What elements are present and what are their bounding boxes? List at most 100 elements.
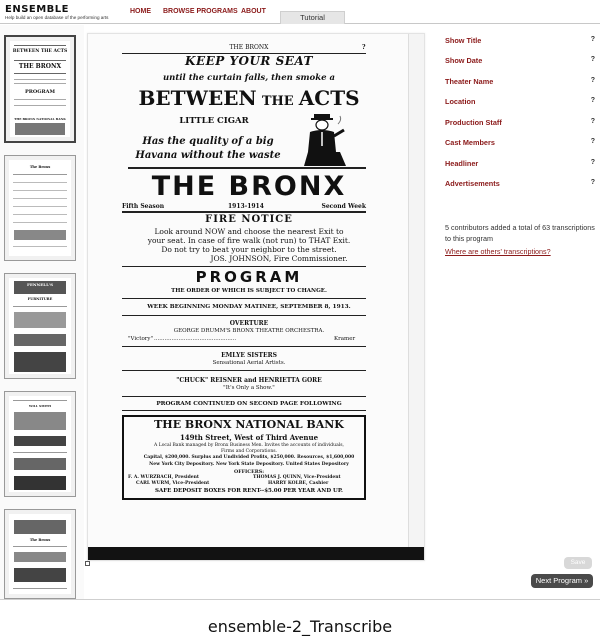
thumb1-title-bank: THE BRONX NATIONAL BANK <box>14 117 66 121</box>
ad-havana-line: Havana without the waste <box>135 150 281 161</box>
field-theater-name[interactable]: Theater Name ? <box>445 77 595 91</box>
act2-name: "CHUCK" REISNER and HENRIETTA GORE <box>176 377 322 384</box>
rule-overture <box>122 346 366 347</box>
act2-desc: "It's Only a Show." <box>223 385 275 391</box>
rule-act1 <box>122 370 366 371</box>
screenshot-caption: ensemble-2_Transcribe <box>207 617 393 636</box>
rule-act2 <box>122 396 366 397</box>
officer-2-right: HARRY KOLBE, Cashier <box>268 481 329 486</box>
field-production-staff-label[interactable]: Production Staff <box>445 118 502 127</box>
thumb1-title-top: BETWEEN THE ACTS <box>12 49 68 54</box>
program-continued-line: PROGRAM CONTINUED ON SECOND PAGE FOLLOWI… <box>156 401 342 407</box>
thumb1-title-mid: THE BRONX <box>18 63 62 70</box>
ad-between: BETWEEN <box>138 86 257 110</box>
thumb3-sub: FURNITURE <box>27 297 53 301</box>
field-location-label[interactable]: Location <box>445 97 475 106</box>
next-program-button[interactable]: Next Program » <box>531 574 593 588</box>
field-show-date-label[interactable]: Show Date <box>445 56 482 65</box>
thumbnail-page-3-image: FENNELL'S FURNITURE <box>9 278 71 374</box>
thumbnail-page-1[interactable]: BETWEEN THE ACTS THE BRONX PROGRAM THE B… <box>4 35 76 143</box>
field-location[interactable]: Location ? <box>445 97 595 111</box>
scan-edge <box>408 34 424 560</box>
fire-line-3: Do not try to beat your neighbor to the … <box>161 245 337 254</box>
act1-name: EMLYE SISTERS <box>221 352 277 359</box>
program-page-scan: THE BRONX ? KEEP YOUR SEAT until the cur… <box>87 33 425 561</box>
thumb4-heading: WILL SMITH <box>29 404 51 408</box>
zoom-toggle-square[interactable] <box>85 561 90 566</box>
bank-line-3: Capital, $200,000. Surplus and Undivided… <box>143 455 355 460</box>
contributors-summary: 5 contributors added a total of 63 trans… <box>445 223 595 243</box>
ad-keep-your-seat: KEEP YOUR SEAT <box>185 54 313 68</box>
window-bottom-border <box>0 599 600 600</box>
nav-home[interactable]: HOME <box>130 8 151 15</box>
overture-heading: OVERTURE <box>229 320 269 327</box>
orchestra-line: GEORGE DRUMM'S BRONX THEATRE ORCHESTRA. <box>173 328 325 334</box>
rule-season <box>122 211 366 213</box>
help-icon[interactable]: ? <box>591 56 595 63</box>
field-show-date[interactable]: Show Date ? <box>445 56 595 70</box>
help-icon[interactable]: ? <box>591 36 595 43</box>
season-right: Second Week <box>321 203 367 210</box>
officer-1-left: F. A. WURZBACH, President <box>128 475 199 480</box>
thumb1-title-low: PROGRAM <box>24 89 56 95</box>
rule-week <box>122 315 366 316</box>
fire-line-1: Look around NOW and choose the nearest E… <box>154 227 344 236</box>
field-advertisements[interactable]: Advertisements ? <box>445 179 595 193</box>
rule-continued <box>122 410 366 411</box>
season-left: Fifth Season <box>122 203 165 210</box>
help-icon[interactable]: ? <box>591 77 595 84</box>
program-page-content: THE BRONX ? KEEP YOUR SEAT until the cur… <box>88 34 410 547</box>
ad-between-the-acts: BETWEEN THE ACTS <box>88 86 410 110</box>
victory-composer: Kramer <box>334 336 356 342</box>
officer-1-right: THOMAS J. QUINN, Vice-President <box>253 475 341 480</box>
field-headliner-label[interactable]: Headliner <box>445 159 478 168</box>
field-cast-members[interactable]: Cast Members ? <box>445 138 595 152</box>
act1-desc: Sensational Aerial Artists. <box>212 360 286 366</box>
thumbnail-page-5[interactable]: The Bronx <box>4 509 76 599</box>
page-thumbnail-strip[interactable]: BETWEEN THE ACTS THE BRONX PROGRAM THE B… <box>0 25 84 599</box>
bank-line-1: A Local Bank managed by Bronx Business M… <box>154 443 344 448</box>
thumbnail-page-4-image: WILL SMITH <box>9 396 71 492</box>
fire-line-4: JOS. JOHNSON, Fire Commissioner. <box>210 254 348 263</box>
field-production-staff[interactable]: Production Staff ? <box>445 118 595 132</box>
rule-ad-bottom <box>128 167 366 169</box>
thumbnail-page-2[interactable]: The Bronx <box>4 155 76 261</box>
scan-bottom-edge <box>88 547 424 560</box>
document-viewer[interactable]: THE BRONX ? KEEP YOUR SEAT until the cur… <box>85 25 430 599</box>
brand-tagline: Help build an open database of the perfo… <box>5 15 109 20</box>
ad-acts: ACTS <box>298 86 360 110</box>
help-icon[interactable]: ? <box>591 138 595 145</box>
brand-logo[interactable]: ENSEMBLE <box>5 4 69 15</box>
victory-title: "Victory" <box>128 336 154 342</box>
help-icon[interactable]: ? <box>591 159 595 166</box>
field-cast-members-label[interactable]: Cast Members <box>445 138 495 147</box>
fire-notice-title: FIRE NOTICE <box>205 214 293 225</box>
officer-2-left: CARL WURM, Vice-President <box>136 481 210 486</box>
field-headliner[interactable]: Headliner ? <box>445 159 595 173</box>
bank-address: 149th Street, West of Third Avenue <box>179 433 319 442</box>
theater-title: THE BRONX <box>151 171 347 202</box>
thumbnail-page-3[interactable]: FENNELL'S FURNITURE <box>4 273 76 379</box>
others-transcriptions-link[interactable]: Where are others' transcriptions? <box>445 247 551 256</box>
field-show-title[interactable]: Show Title ? <box>445 36 595 50</box>
fire-line-2: your seat. In case of fire walk (not run… <box>147 236 351 245</box>
save-button[interactable]: Save <box>564 557 592 569</box>
ad-the: THE <box>261 94 294 109</box>
nav-browse-programs[interactable]: BROWSE PROGRAMS <box>163 8 238 15</box>
thumbnail-page-2-image: The Bronx <box>9 160 71 256</box>
help-icon[interactable]: ? <box>591 118 595 125</box>
transcription-panel: Show Title ? Show Date ? Theater Name ? … <box>431 25 600 599</box>
help-icon[interactable]: ? <box>591 179 595 186</box>
help-icon[interactable]: ? <box>591 97 595 104</box>
victory-dots: ........................................… <box>154 336 237 342</box>
field-advertisements-label[interactable]: Advertisements <box>445 179 500 188</box>
week-line: WEEK BEGINNING MONDAY MATINEE, SEPTEMBER… <box>147 304 351 310</box>
field-theater-name-label[interactable]: Theater Name <box>445 77 493 86</box>
thumb5-heading: The Bronx <box>29 538 51 542</box>
app-window: ENSEMBLE Help build an open database of … <box>0 0 600 640</box>
nav-about[interactable]: ABOUT <box>241 8 266 15</box>
bank-safe-deposit: SAFE DEPOSIT BOXES FOR RENT--$5.00 PER Y… <box>155 488 343 494</box>
thumbnail-page-4[interactable]: WILL SMITH <box>4 391 76 497</box>
tab-tutorial[interactable]: Tutorial <box>280 11 345 24</box>
field-show-title-label[interactable]: Show Title <box>445 36 481 45</box>
